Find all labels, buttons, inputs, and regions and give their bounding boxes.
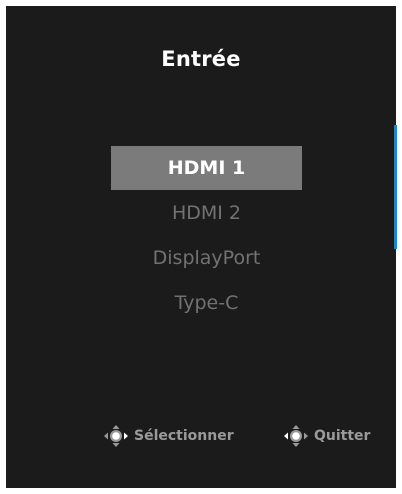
menu-item-type-c[interactable]: Type-C (111, 281, 302, 325)
scroll-indicator (394, 125, 397, 249)
menu-title: Entrée (161, 47, 241, 71)
menu-item-displayport[interactable]: DisplayPort (111, 236, 302, 280)
select-hint[interactable]: Sélectionner (103, 424, 234, 448)
joystick-icon (284, 425, 308, 447)
menu-item-hdmi-1[interactable]: HDMI 1 (111, 146, 302, 190)
quit-hint-label: Quitter (314, 428, 371, 444)
menu-item-hdmi-2[interactable]: HDMI 2 (111, 191, 302, 235)
select-hint-label: Sélectionner (134, 428, 234, 444)
joystick-icon (104, 425, 128, 447)
quit-hint[interactable]: Quitter (283, 424, 370, 448)
input-source-list: HDMI 1 HDMI 2 DisplayPort Type-C (111, 146, 302, 326)
